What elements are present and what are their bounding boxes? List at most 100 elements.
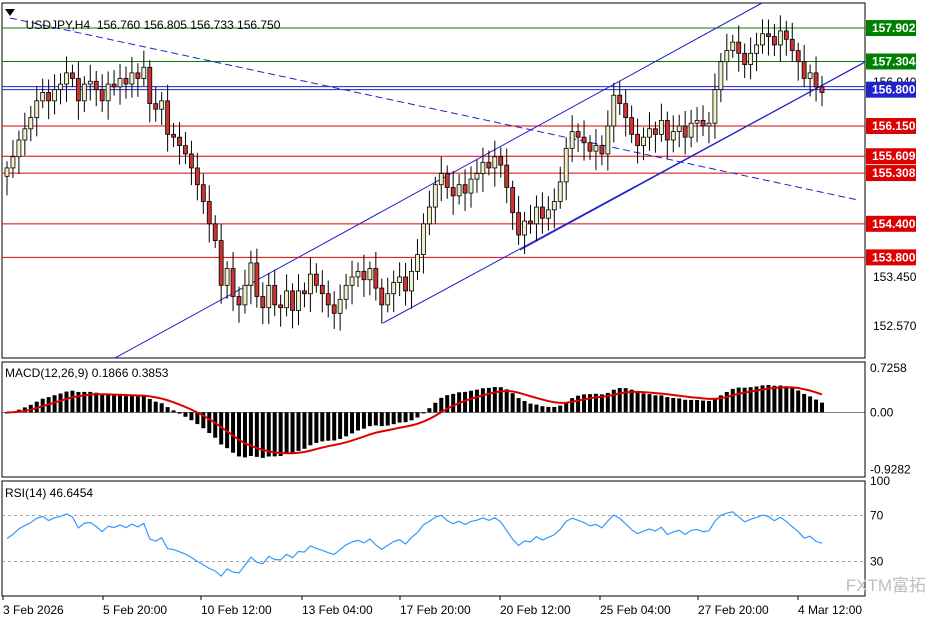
macd-bar-115 [689, 399, 694, 413]
rsi-tick-label-1: 70 [870, 509, 884, 523]
candle-body-6 [40, 92, 46, 102]
candle-body-43 [260, 296, 266, 309]
chart-stage: 156.940153.450152.570157.902157.304156.8… [0, 0, 936, 624]
macd-bar-15 [94, 392, 99, 413]
macd-bar-25 [153, 401, 158, 413]
macd-bar-58 [350, 412, 355, 434]
candle-body-119 [712, 89, 718, 124]
macd-bar-62 [373, 412, 378, 426]
candle-body-48 [290, 290, 295, 311]
candle-body-31 [189, 153, 194, 169]
panel-frame-0 [1, 2, 866, 359]
candle-body-22 [135, 72, 141, 79]
macd-bar-9 [58, 393, 63, 413]
macd-bar-11 [70, 390, 75, 413]
macd-bar-132 [790, 388, 795, 413]
candle-body-135 [807, 72, 813, 79]
candle-body-39 [236, 296, 242, 306]
macd-bar-63 [379, 412, 384, 427]
candle-body-108 [647, 128, 652, 138]
candle-body-136 [813, 72, 819, 88]
candle-body-110 [658, 120, 664, 135]
candle-body-51 [307, 273, 313, 295]
macd-bar-55 [332, 412, 337, 441]
macd-bar-137 [820, 402, 824, 413]
candle-body-52 [313, 273, 319, 286]
candle-body-30 [183, 145, 188, 155]
macd-bar-112 [671, 397, 676, 413]
macd-bar-44 [266, 412, 271, 457]
candle-body-105 [629, 117, 635, 135]
candle-body-93 [557, 181, 563, 202]
candle-body-81 [486, 161, 492, 169]
candle-body-80 [480, 161, 486, 174]
candle-body-10 [64, 72, 69, 85]
macd-bar-114 [683, 399, 688, 413]
candle-body-137 [819, 86, 825, 93]
price-tick-label-1: 153.450 [873, 270, 917, 284]
candle-body-127 [760, 33, 765, 46]
x-tick-label-2: 10 Feb 12:00 [201, 603, 272, 617]
macd-bar-72 [433, 402, 438, 413]
candle-body-24 [147, 66, 153, 105]
candle-body-125 [748, 52, 754, 65]
macd-bar-38 [231, 412, 236, 453]
macd-bar-136 [814, 399, 819, 413]
macd-bar-45 [272, 412, 277, 457]
candle-body-32 [194, 167, 200, 186]
candle-body-14 [87, 80, 93, 85]
macd-bar-91 [546, 406, 551, 413]
macd-bar-133 [796, 390, 801, 413]
macd-bar-121 [724, 391, 729, 413]
macd-bar-61 [367, 412, 372, 427]
candle-body-118 [706, 122, 712, 127]
macd-bar-49 [296, 412, 301, 451]
macd-bar-41 [248, 412, 253, 456]
candle-body-131 [783, 30, 789, 40]
macd-bar-75 [451, 393, 456, 413]
macd-bar-105 [629, 389, 634, 413]
macd-bar-69 [415, 412, 420, 418]
candle-body-109 [653, 128, 658, 135]
candle-body-54 [325, 293, 331, 306]
candle-body-18 [111, 83, 117, 88]
macd-bar-103 [617, 388, 622, 413]
macd-bar-93 [558, 405, 563, 413]
macd-bar-78 [469, 390, 474, 413]
candle-body-45 [272, 284, 278, 306]
candle-body-72 [432, 184, 438, 208]
candle-body-97 [581, 136, 587, 144]
candle-body-87 [522, 220, 527, 236]
open-value: 156.760 [96, 18, 141, 32]
candle-body-114 [682, 125, 688, 138]
x-tick-label-5: 20 Feb 12:00 [500, 603, 571, 617]
macd-bar-98 [587, 394, 592, 413]
x-tick-label-0: 3 Feb 2026 [3, 603, 64, 617]
candle-body-44 [266, 284, 272, 309]
macd-bar-67 [403, 412, 408, 423]
macd-bar-95 [570, 398, 575, 413]
macd-bar-50 [302, 412, 307, 449]
watermark-logo: FXTM富拓 [845, 576, 926, 595]
candle-body-59 [355, 270, 361, 278]
candle-body-8 [52, 89, 57, 102]
macd-bar-107 [641, 393, 646, 413]
candle-body-2 [16, 139, 22, 158]
macd-bar-90 [540, 406, 545, 413]
macd-bar-60 [361, 412, 366, 429]
symbol-dropdown-icon[interactable] [5, 9, 15, 16]
candle-body-5 [34, 100, 40, 119]
level-tag-text-6: 154.400 [872, 217, 916, 231]
macd-bar-46 [278, 412, 283, 456]
macd-bar-30 [183, 412, 188, 417]
candle-body-37 [224, 268, 230, 286]
candle-body-130 [777, 30, 783, 46]
x-tick-label-6: 25 Feb 04:00 [600, 603, 671, 617]
macd-bar-135 [808, 396, 813, 413]
macd-bar-56 [338, 412, 343, 439]
candle-body-106 [635, 133, 640, 146]
x-tick-label-1: 5 Feb 20:00 [103, 603, 167, 617]
macd-bar-85 [510, 393, 515, 413]
candle-body-29 [177, 136, 182, 146]
candle-body-83 [498, 156, 504, 166]
